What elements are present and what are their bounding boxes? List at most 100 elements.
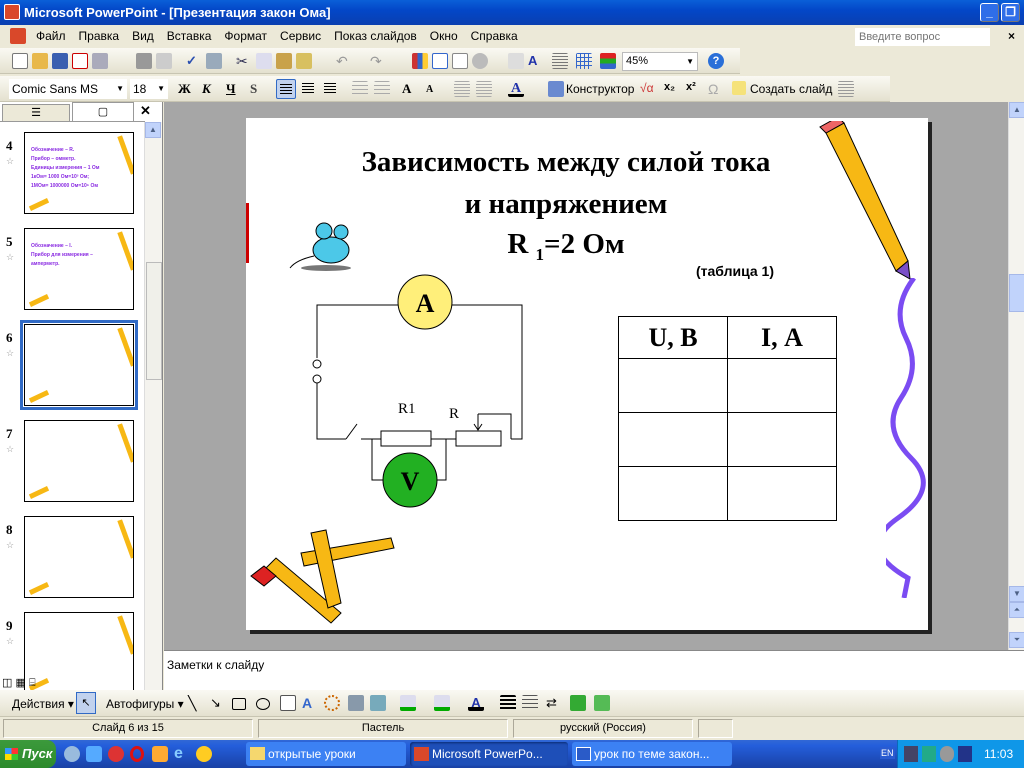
new-icon[interactable] <box>12 53 28 69</box>
redo-icon[interactable]: ↷ <box>370 53 386 69</box>
open-icon[interactable] <box>32 53 48 69</box>
tables-borders-icon[interactable] <box>452 53 468 69</box>
font-color-icon[interactable]: A <box>468 695 484 711</box>
menu-format[interactable]: Формат <box>224 29 267 43</box>
internet-explorer-icon[interactable]: e <box>174 745 183 763</box>
taskbar-item-folder[interactable]: открытые уроки <box>246 742 406 766</box>
taskbar-item-powerpoint[interactable]: Microsoft PowerPo... <box>410 742 568 766</box>
quicklaunch-network-icon[interactable] <box>64 746 80 762</box>
color-grayscale-icon[interactable] <box>600 53 616 69</box>
menu-help[interactable]: Справка <box>471 29 518 43</box>
slideshow-button[interactable]: ⌸ <box>29 677 36 689</box>
copy-icon[interactable] <box>256 53 272 69</box>
cut-icon[interactable]: ✂ <box>236 53 252 69</box>
table-cell[interactable] <box>618 358 728 413</box>
quicklaunch-icon[interactable] <box>152 746 168 762</box>
previous-slide-button[interactable]: ⏶ <box>1009 602 1024 618</box>
underline-button[interactable]: Ч <box>226 81 242 97</box>
wordart-icon[interactable]: A <box>302 695 318 711</box>
slides-tab[interactable]: ▢ <box>72 102 134 122</box>
language-indicator[interactable]: EN <box>880 747 895 759</box>
menu-view[interactable]: Вид <box>132 29 154 43</box>
research-icon[interactable] <box>206 53 222 69</box>
permission-icon[interactable] <box>72 53 88 69</box>
increase-indent-icon[interactable] <box>476 81 492 97</box>
help-search-input[interactable] <box>855 28 990 46</box>
undo-icon[interactable]: ↶ <box>336 53 352 69</box>
menu-file[interactable]: Файл <box>36 29 66 43</box>
picture-icon[interactable] <box>370 695 386 711</box>
next-slide-button[interactable]: ⏷ <box>1009 632 1024 648</box>
slide-thumbnail[interactable]: Обозначение – R. Прибор – омметр. Единицы … <box>24 132 134 214</box>
grid-icon[interactable] <box>552 53 568 69</box>
select-objects-icon[interactable]: ↖ <box>76 692 96 714</box>
shadow-button[interactable]: S <box>250 81 266 97</box>
tray-volume-icon[interactable] <box>940 746 954 762</box>
slide-sorter-button[interactable]: ▦ <box>15 677 25 689</box>
zoom-select[interactable]: 45% ▼ <box>622 52 698 71</box>
table-cell[interactable] <box>727 358 837 413</box>
maximize-button[interactable]: ❐ <box>1001 3 1020 22</box>
notes-pane[interactable]: Заметки к слайду <box>164 650 1024 690</box>
table-cell[interactable] <box>727 412 837 467</box>
textbox-icon[interactable] <box>280 695 296 711</box>
oval-icon[interactable] <box>256 698 270 710</box>
scroll-down-button[interactable]: ▼ <box>1009 586 1024 602</box>
align-right-icon[interactable] <box>322 81 338 97</box>
designer-button[interactable]: Конструктор <box>566 82 634 96</box>
menu-window[interactable]: Окно <box>430 29 458 43</box>
save-icon[interactable] <box>52 53 68 69</box>
arrow-icon[interactable]: ↘ <box>210 695 226 711</box>
powerpoint-icon[interactable] <box>4 4 20 20</box>
line-color-icon[interactable] <box>434 695 450 711</box>
fill-color-icon[interactable] <box>400 695 416 711</box>
menu-edit[interactable]: Правка <box>79 29 120 43</box>
format-painter-icon[interactable] <box>296 53 312 69</box>
table-cell[interactable] <box>618 466 728 521</box>
slide-canvas[interactable]: Зависимость между силой тока и напряжени… <box>246 118 928 630</box>
slide-thumbnail[interactable] <box>24 420 134 502</box>
scroll-up-button[interactable]: ▲ <box>1009 102 1024 118</box>
subscript-icon[interactable]: x₂ <box>664 81 680 97</box>
tray-icon[interactable] <box>958 746 972 762</box>
diagram-icon[interactable] <box>324 695 340 711</box>
new-slide-button[interactable]: Создать слайд <box>750 82 832 96</box>
slide-scrollbar[interactable]: ▲ ▼ ⏶ ⏷ <box>1008 102 1024 650</box>
new-slide-icon[interactable] <box>732 81 746 95</box>
equation-icon[interactable]: √α <box>640 81 656 97</box>
hyperlink-icon[interactable] <box>472 53 488 69</box>
taskbar-item-word[interactable]: урок по теме закон... <box>572 742 732 766</box>
actions-menu[interactable]: Действия ▾ <box>12 697 74 711</box>
line-style-icon[interactable] <box>500 695 516 711</box>
email-icon[interactable] <box>92 53 108 69</box>
scroll-thumb[interactable] <box>146 262 162 380</box>
menu-tools[interactable]: Сервис <box>280 29 321 43</box>
3d-style-icon[interactable] <box>594 695 610 711</box>
table-icon[interactable] <box>432 53 448 69</box>
document-icon[interactable] <box>10 28 26 44</box>
scroll-up-button[interactable]: ▲ <box>145 122 161 138</box>
slide-thumbnail[interactable]: Обозначение – I. Прибор для измерения – ам… <box>24 228 134 310</box>
print-icon[interactable] <box>136 53 152 69</box>
designer-icon[interactable] <box>548 81 564 97</box>
symbol-icon[interactable]: Ω <box>708 81 724 97</box>
media-player-icon[interactable] <box>196 746 212 762</box>
bold-button[interactable]: Ж <box>178 81 194 97</box>
font-color-icon[interactable]: A <box>508 81 524 97</box>
clipart-icon[interactable] <box>348 695 364 711</box>
slide-thumbnail[interactable] <box>24 516 134 598</box>
close-pane-button[interactable]: ✕ <box>140 103 151 119</box>
expand-icon[interactable] <box>508 53 524 69</box>
table-cell[interactable] <box>618 412 728 467</box>
menu-insert[interactable]: Вставка <box>167 29 212 43</box>
scroll-thumb[interactable] <box>1009 274 1024 312</box>
normal-view-button[interactable]: ◫ <box>2 677 12 689</box>
italic-button[interactable]: К <box>202 81 218 97</box>
chart-icon[interactable] <box>412 53 428 69</box>
font-size-select[interactable]: 18 ▼ <box>130 79 168 99</box>
numbering-icon[interactable] <box>352 81 368 97</box>
shadow-style-icon[interactable] <box>570 695 586 711</box>
opera-icon[interactable] <box>130 746 144 762</box>
decrease-font-icon[interactable]: A <box>426 84 442 100</box>
table-cell[interactable] <box>727 466 837 521</box>
